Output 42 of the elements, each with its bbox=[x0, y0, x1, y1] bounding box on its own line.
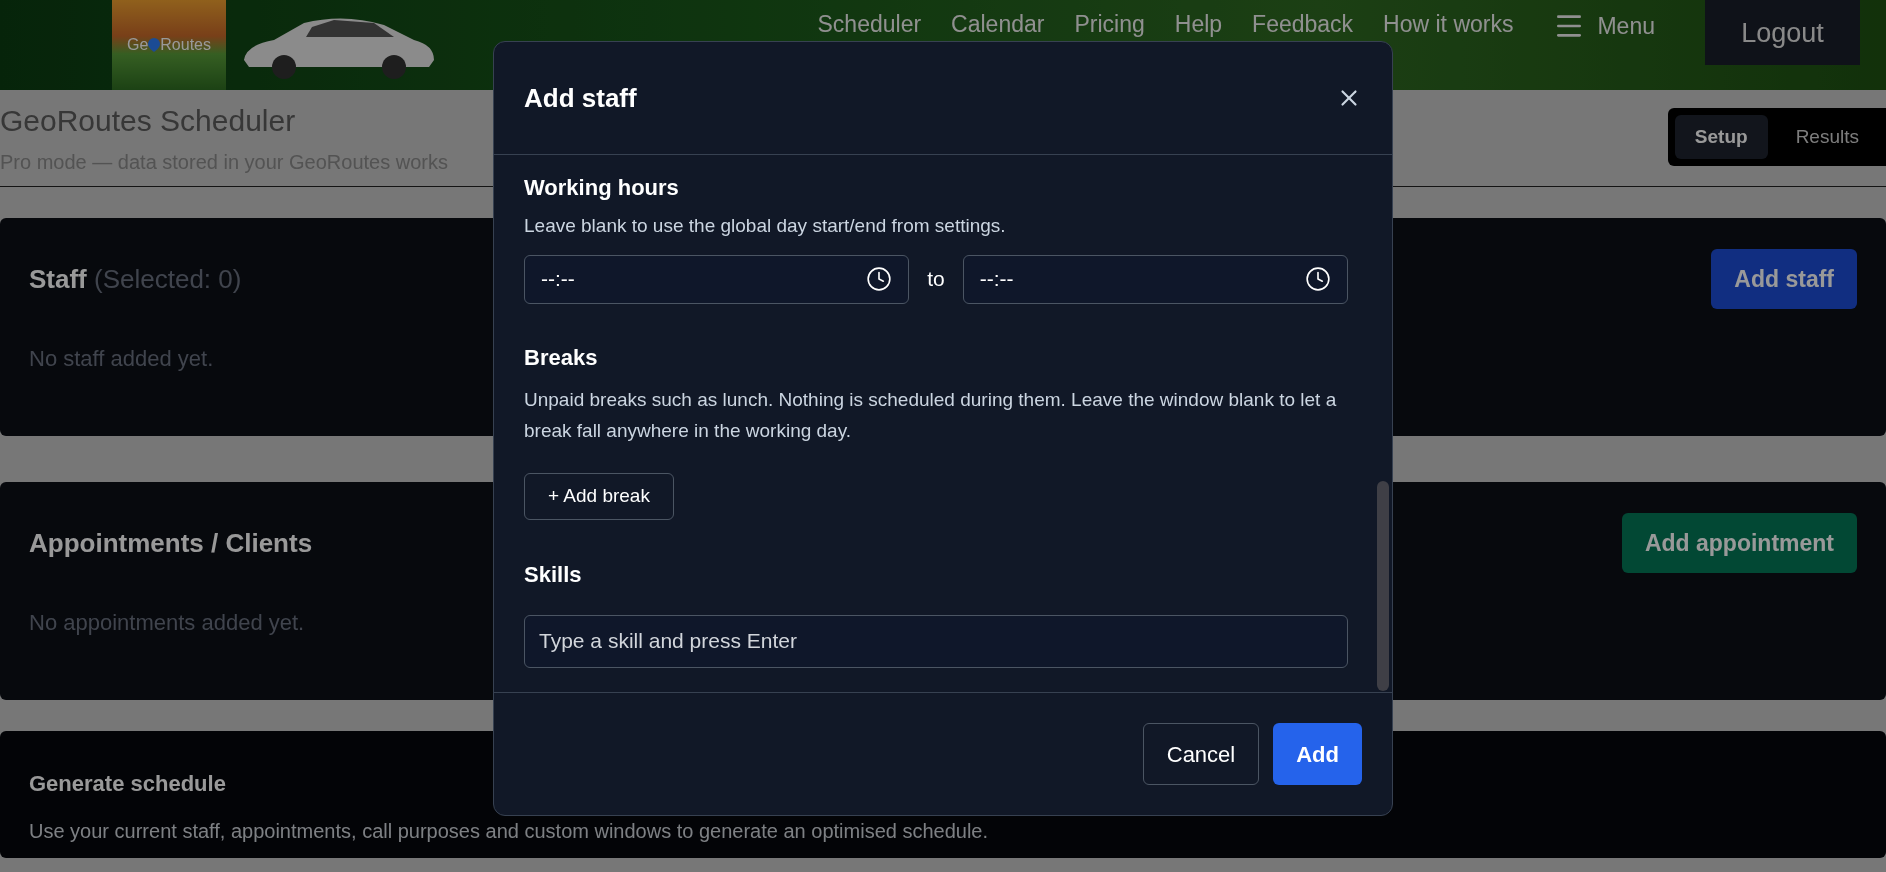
card-title: Appointments / Clients bbox=[29, 527, 313, 558]
section-heading: Skills bbox=[524, 560, 583, 589]
add-button[interactable]: Add staff bbox=[1711, 249, 1857, 309]
card-title: Generate schedule bbox=[29, 770, 227, 798]
skill-input[interactable]: Type a skill and press Enter bbox=[524, 614, 1348, 668]
time-value: --:-- bbox=[541, 266, 575, 293]
nav-link[interactable]: Scheduler bbox=[817, 10, 922, 38]
logo[interactable]: Ge Routes bbox=[112, 0, 226, 90]
nav-link[interactable]: Help bbox=[1174, 10, 1223, 38]
section-heading: Breaks bbox=[524, 343, 599, 372]
time-field[interactable]: --:-- bbox=[962, 254, 1348, 304]
logo-text: Ge bbox=[126, 35, 149, 55]
cancel-button[interactable]: Cancel bbox=[1142, 723, 1260, 785]
view-tab[interactable]: Setup bbox=[1674, 115, 1768, 159]
view-tab[interactable]: Results bbox=[1775, 115, 1879, 159]
card-title: Staff bbox=[29, 263, 87, 294]
time-value: --:-- bbox=[979, 266, 1014, 293]
help-text: Leave blank to use the global day start/end from settings. bbox=[524, 214, 1007, 238]
menu-button[interactable]: Menu bbox=[1553, 10, 1655, 42]
selected-count: (Selected: 0) bbox=[93, 263, 242, 294]
time-field[interactable]: --:-- bbox=[524, 254, 910, 304]
range-separator: to bbox=[927, 266, 945, 293]
clock-icon bbox=[1305, 266, 1331, 292]
scrollbar-thumb[interactable] bbox=[1377, 481, 1389, 691]
clock-icon bbox=[866, 266, 893, 292]
add-break-button[interactable]: + Add break bbox=[524, 472, 674, 520]
card-description: Use your current staff, appointments, call purposes and custom windows to generate an optimised schedule. bbox=[29, 819, 990, 844]
add-button[interactable]: Add bbox=[1273, 723, 1362, 785]
logout-button[interactable]: Logout bbox=[1705, 0, 1860, 65]
section-heading: Working hours bbox=[524, 174, 680, 202]
help-text: Unpaid breaks such as lunch. Nothing is scheduled during them. Leave the window blank to let a break fall anywhere in the working day. bbox=[524, 387, 1338, 443]
pin-icon bbox=[148, 38, 161, 52]
empty-message: No staff added yet. bbox=[29, 345, 214, 373]
dialog-title: Add staff bbox=[524, 81, 637, 115]
nav-link[interactable]: Calendar bbox=[951, 10, 1045, 38]
logo-text: Routes bbox=[160, 35, 211, 55]
nav-link[interactable]: How it works bbox=[1383, 10, 1514, 38]
page-title: GeoRoutes Scheduler bbox=[0, 103, 297, 139]
nav-link[interactable]: Pricing bbox=[1074, 10, 1145, 38]
nav-link[interactable]: Feedback bbox=[1252, 10, 1354, 38]
add-button[interactable]: Add appointment bbox=[1621, 513, 1857, 573]
empty-message: No appointments added yet. bbox=[29, 609, 305, 637]
